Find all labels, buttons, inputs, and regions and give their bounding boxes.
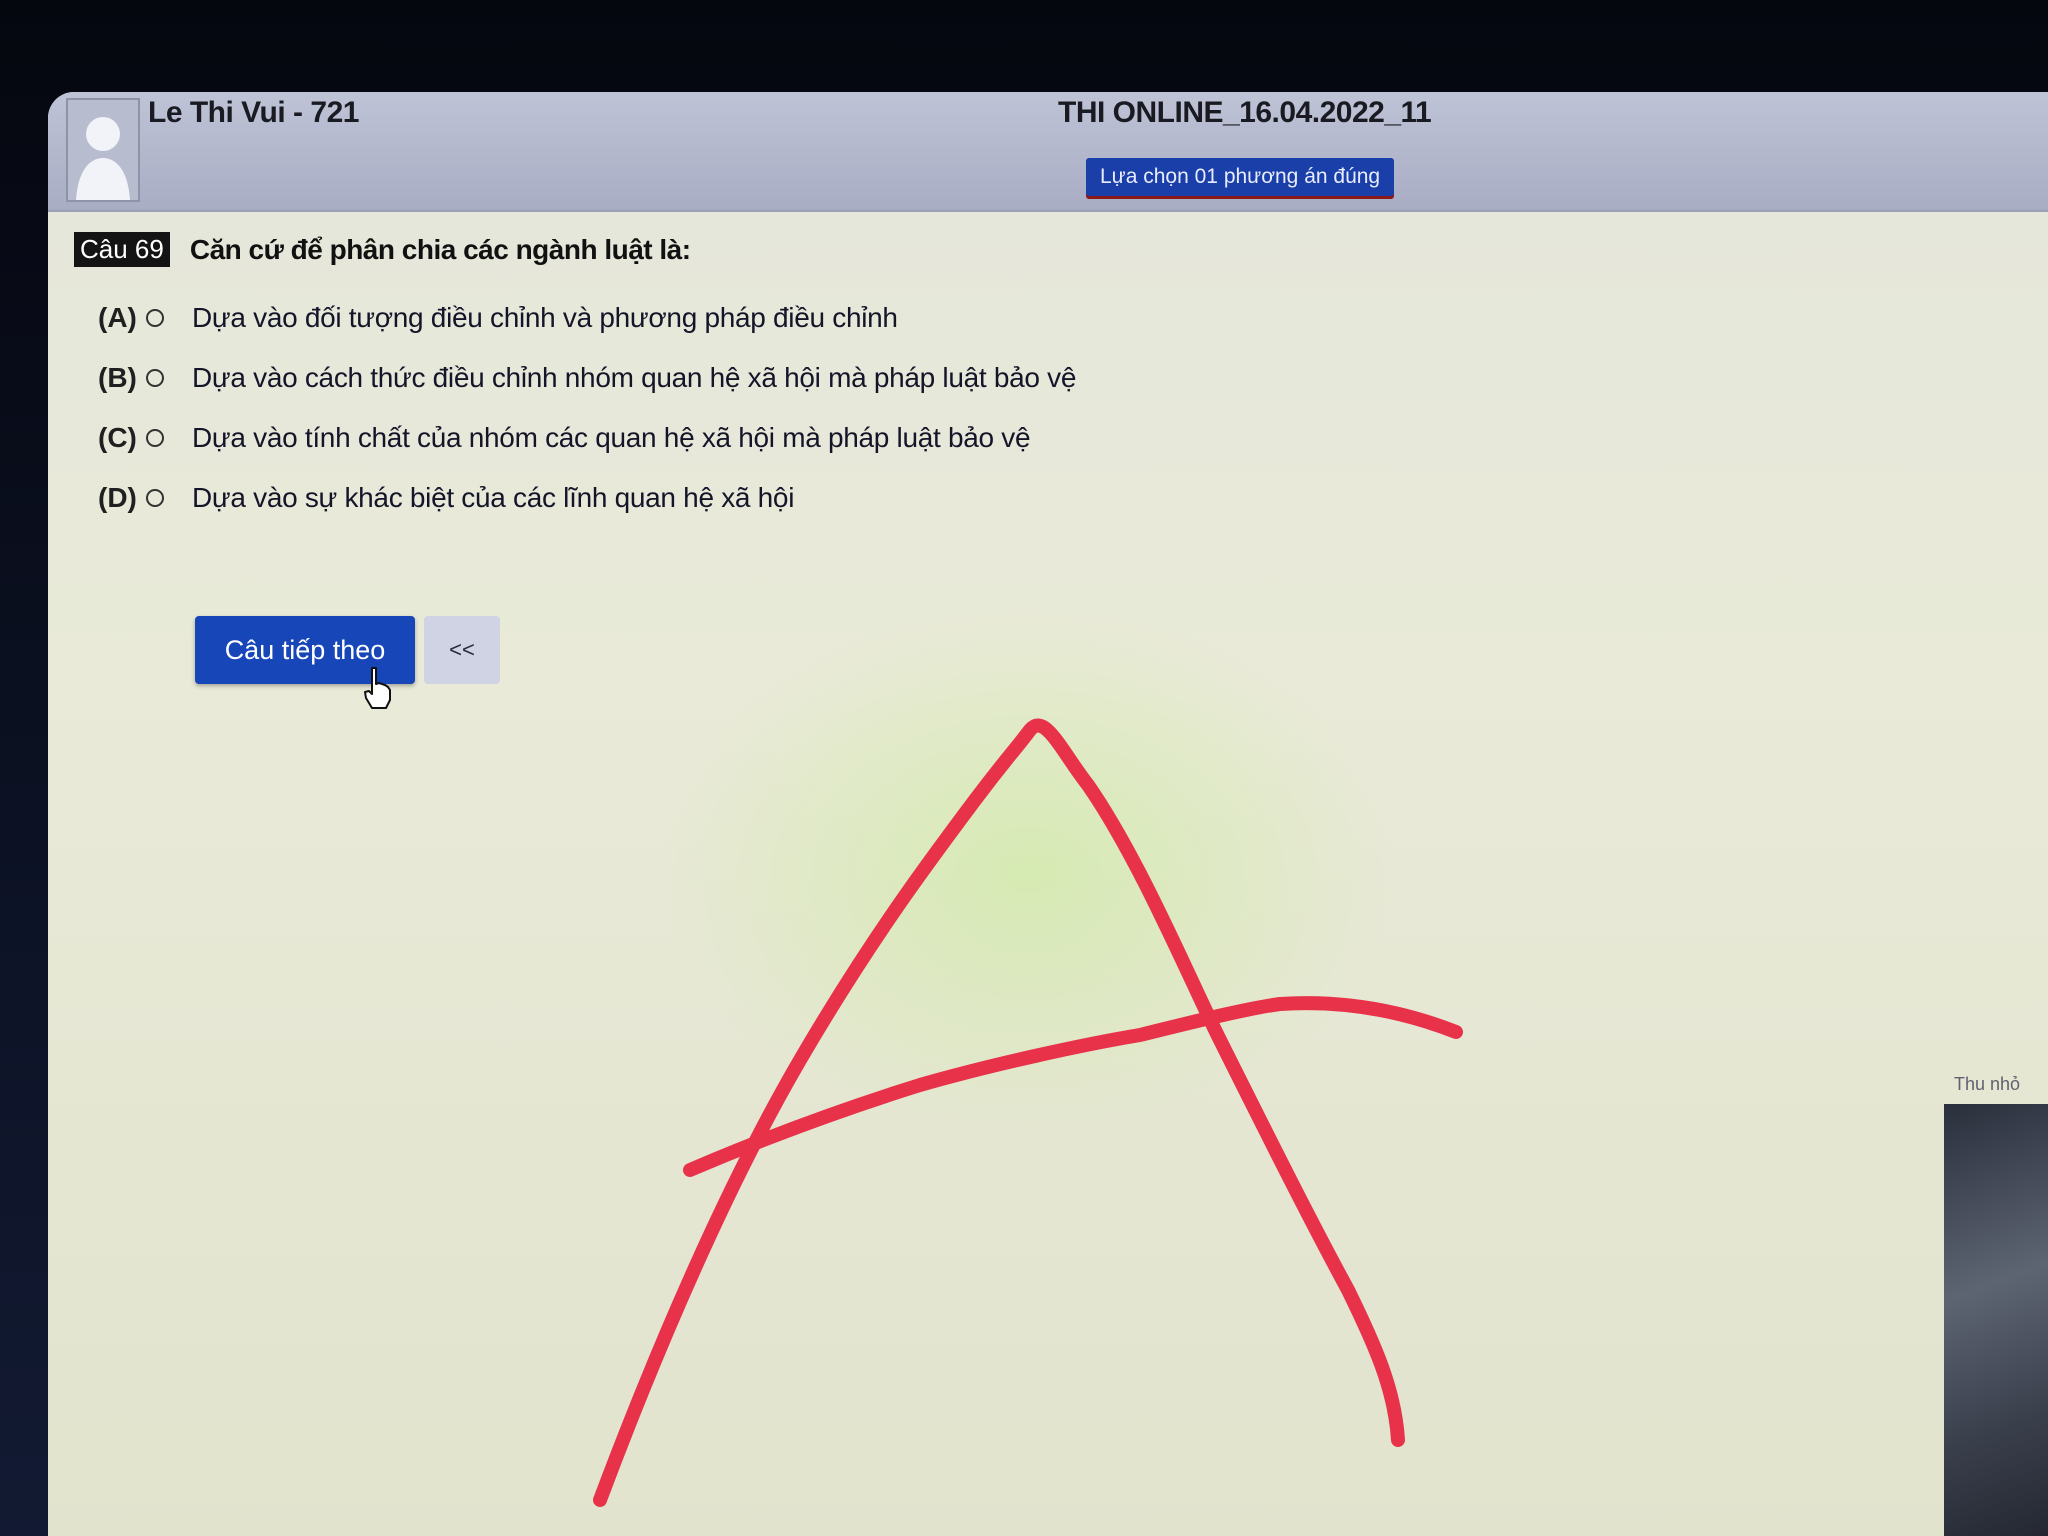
radio-unchecked-icon[interactable] <box>146 309 164 327</box>
option-text[interactable]: Dựa vào đối tượng điều chỉnh và phương p… <box>192 302 898 334</box>
student-name: Le Thi Vui - 721 <box>148 96 359 129</box>
avatar <box>66 98 140 202</box>
option-letter: (A) <box>98 302 137 333</box>
option-letter: (D) <box>98 482 137 513</box>
question-number: Câu 69 <box>74 232 170 267</box>
hand-pointer-icon <box>364 667 391 709</box>
exam-header: Le Thi Vui - 721 THI ONLINE_16.04.2022_1… <box>48 92 2048 212</box>
option-letter: (C) <box>98 422 137 453</box>
option-text[interactable]: Dựa vào tính chất của nhóm các quan hệ x… <box>192 422 1031 454</box>
webcam-preview <box>1944 1104 2048 1536</box>
minimize-webcam-link[interactable]: Thu nhỏ <box>1954 1074 2020 1095</box>
option-d[interactable]: (D) Dựa vào sự khác biệt của các lĩnh qu… <box>98 468 1076 528</box>
instruction-badge: Lựa chọn 01 phương án đúng <box>1086 158 1395 196</box>
exam-title: THI ONLINE_16.04.2022_11 <box>1058 96 1432 129</box>
exam-screen: Le Thi Vui - 721 THI ONLINE_16.04.2022_1… <box>48 92 2048 1536</box>
option-letter: (B) <box>98 362 137 393</box>
user-silhouette-icon <box>76 117 130 200</box>
answer-options: (A) Dựa vào đối tượng điều chỉnh và phươ… <box>98 288 1076 528</box>
previous-button[interactable]: << <box>424 616 500 684</box>
radio-unchecked-icon[interactable] <box>146 369 164 387</box>
option-text[interactable]: Dựa vào cách thức điều chỉnh nhóm quan h… <box>192 362 1076 394</box>
option-text[interactable]: Dựa vào sự khác biệt của các lĩnh quan h… <box>192 482 794 514</box>
question-header: Câu 69 Căn cứ để phân chia các ngành luậ… <box>74 232 691 267</box>
photo-of-screen: Le Thi Vui - 721 THI ONLINE_16.04.2022_1… <box>0 0 2048 1536</box>
radio-unchecked-icon[interactable] <box>146 429 164 447</box>
option-a[interactable]: (A) Dựa vào đối tượng điều chỉnh và phươ… <box>98 288 1076 348</box>
question-text: Căn cứ để phân chia các ngành luật là: <box>189 233 691 265</box>
option-c[interactable]: (C) Dựa vào tính chất của nhóm các quan … <box>98 408 1076 468</box>
radio-unchecked-icon[interactable] <box>146 489 164 507</box>
option-b[interactable]: (B) Dựa vào cách thức điều chỉnh nhóm qu… <box>98 348 1076 408</box>
